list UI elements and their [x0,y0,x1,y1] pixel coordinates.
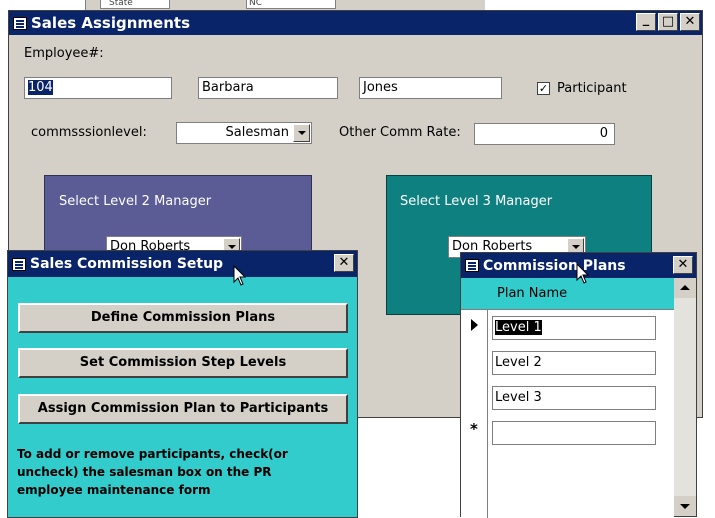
form-icon [12,257,26,271]
close-button[interactable]: ✕ [680,13,700,31]
employee-number-value: 104 [28,80,53,95]
plan-name-value: Level 1 [495,320,542,335]
level3-manager-label: Select Level 3 Manager [400,194,553,209]
maximize-button[interactable]: □ [658,13,678,31]
close-button[interactable]: ✕ [334,254,354,272]
background-field: State [100,0,170,9]
other-rate-value: 0 [599,126,608,141]
sales-assignments-titlebar[interactable]: Sales Assignments _ □ ✕ [9,11,702,35]
commission-plans-window: Commission Plans ✕ Plan Name * Level 1 L… [460,252,697,518]
first-name-field[interactable]: Barbara [198,77,338,99]
close-button[interactable]: ✕ [673,256,693,274]
participant-checkbox[interactable]: ✓ [537,82,550,95]
commission-setup-title: Sales Commission Setup [30,256,224,272]
scroll-down-icon[interactable] [674,496,696,516]
background-window: State NC [85,0,485,10]
plan-row[interactable]: Level 2 [492,351,656,375]
scroll-up-icon[interactable] [674,278,696,298]
minimize-button[interactable]: _ [636,13,656,31]
commission-level-value: Salesman [225,125,289,140]
commission-plans-title: Commission Plans [483,257,626,274]
plan-row-new[interactable] [492,421,656,445]
background-field-2: NC [246,0,336,9]
row-selectors [461,310,488,518]
participants-note: To add or remove participants, check(or … [17,447,288,497]
vertical-scrollbar[interactable] [674,278,696,516]
plan-name-header: Plan Name [461,278,674,310]
assign-plan-button[interactable]: Assign Commission Plan to Participants [18,394,348,424]
employee-label: Employee#: [24,46,104,61]
chevron-down-icon[interactable] [293,124,310,142]
current-row-icon[interactable] [471,319,478,331]
define-commission-plans-button[interactable]: Define Commission Plans [18,303,348,333]
plans-grid: Plan Name * Level 1 Level 2 Level 3 [461,278,674,518]
commission-setup-window: Sales Commission Setup ✕ Define Commissi… [7,250,358,518]
set-step-levels-button[interactable]: Set Commission Step Levels [18,348,348,378]
plan-row[interactable]: Level 3 [492,386,656,410]
other-rate-label: Other Comm Rate: [339,125,461,140]
form-icon [13,16,27,30]
other-rate-field[interactable]: 0 [474,123,615,145]
commission-setup-titlebar[interactable]: Sales Commission Setup ✕ [8,251,357,277]
last-name-field[interactable]: Jones [359,77,502,99]
new-row-icon[interactable]: * [470,420,478,438]
level2-manager-label: Select Level 2 Manager [59,194,212,209]
form-icon [465,259,479,272]
cursor-icon [576,263,590,284]
plan-row[interactable]: Level 1 [492,316,656,340]
participant-label: Participant [557,81,627,96]
window-title: Sales Assignments [31,14,190,32]
employee-number-field[interactable]: 104 [24,77,172,99]
cursor-icon [233,265,247,286]
commission-level-combo[interactable]: Salesman [176,122,312,144]
commission-level-label: commsssionlevel: [31,125,147,140]
